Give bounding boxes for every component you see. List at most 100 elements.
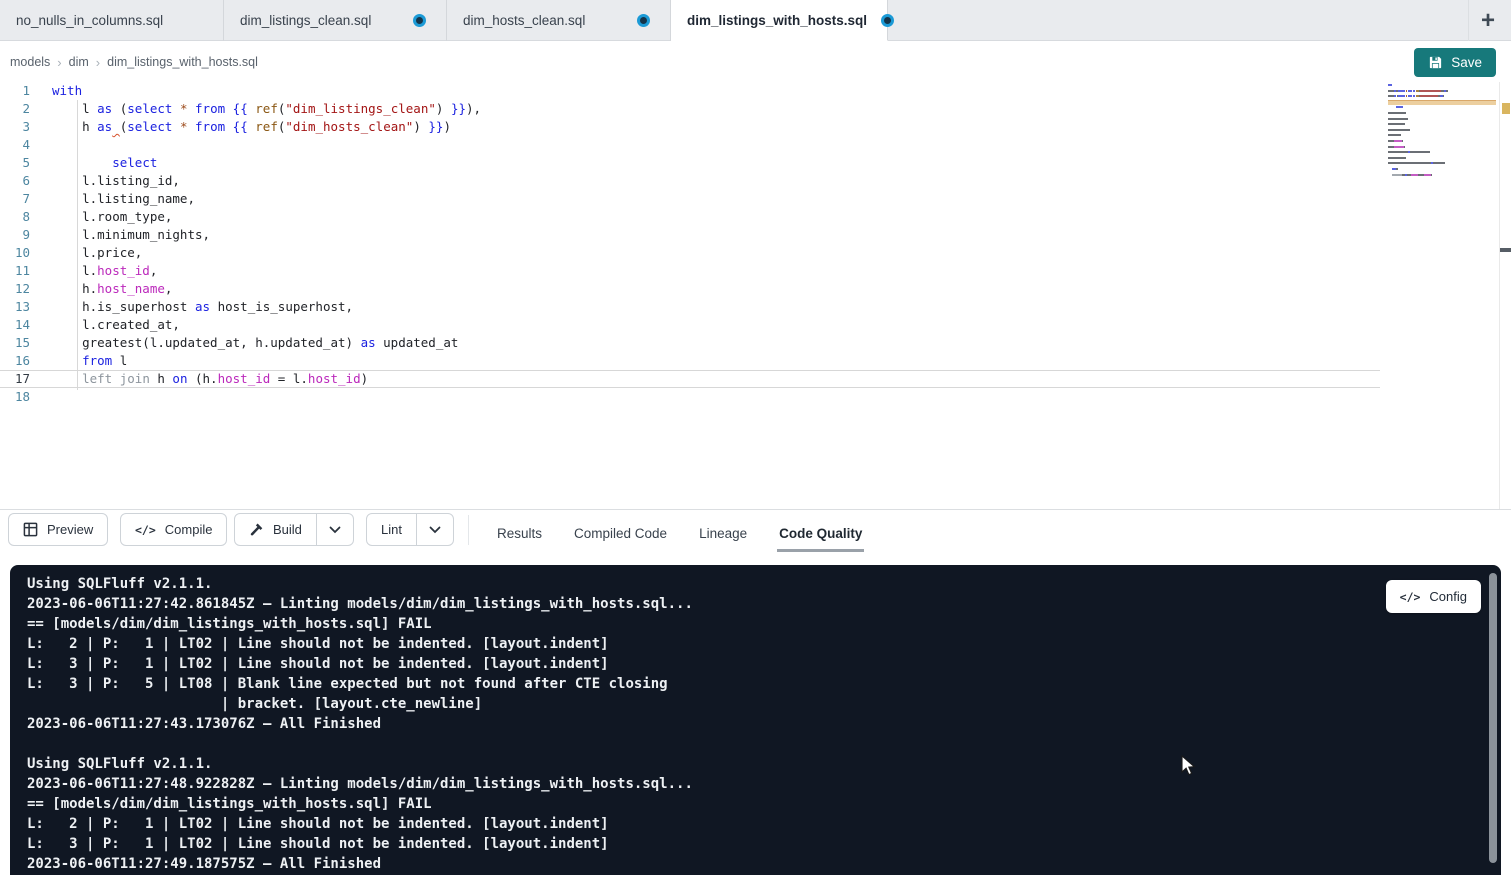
- terminal-line: [27, 734, 693, 754]
- code-line: 14 l.created_at,: [0, 316, 1380, 334]
- code-text: l.listing_name,: [52, 190, 195, 208]
- code-text: l.host_id,: [52, 262, 157, 280]
- terminal-line: == [models/dim/dim_listings_with_hosts.s…: [27, 614, 693, 634]
- code-text: from l: [52, 352, 127, 370]
- breadcrumb: models › dim › dim_listings_with_hosts.sql: [10, 55, 258, 70]
- save-button[interactable]: Save: [1414, 48, 1496, 77]
- terminal-line: L: 3 | P: 1 | LT02 | Line should not be …: [27, 834, 693, 854]
- code-line: 18: [0, 388, 1380, 406]
- result-tab-results[interactable]: Results: [497, 510, 542, 557]
- save-label: Save: [1451, 55, 1482, 70]
- code-text: h.host_name,: [52, 280, 172, 298]
- line-number: 2: [0, 100, 30, 118]
- tab-strip-divider: [1468, 0, 1469, 41]
- build-dropdown-caret[interactable]: [317, 514, 353, 545]
- lint-config-button[interactable]: </> Config: [1386, 580, 1481, 613]
- code-line: 1with: [0, 82, 1380, 100]
- terminal-line: | bracket. [layout.cte_newline]: [27, 694, 693, 714]
- line-number: 18: [0, 388, 30, 406]
- breadcrumb-chevron-icon: ›: [57, 55, 61, 70]
- unsaved-changes-dot-icon: [881, 14, 894, 27]
- terminal-scrollbar-thumb[interactable]: [1489, 573, 1497, 863]
- code-line: 11 l.host_id,: [0, 262, 1380, 280]
- code-text: left join h on (h.host_id = l.host_id): [52, 370, 368, 388]
- line-number: 3: [0, 118, 30, 136]
- tab-label: no_nulls_in_columns.sql: [16, 13, 163, 28]
- lint-split-button: Lint: [366, 513, 454, 546]
- minimap[interactable]: [1388, 84, 1464, 204]
- dbt-cloud-ide: no_nulls_in_columns.sql dim_listings_clea…: [0, 0, 1511, 875]
- line-number: 4: [0, 136, 30, 154]
- tab-label: dim_listings_with_hosts.sql: [687, 13, 867, 28]
- file-tab-dim_hosts_clean-sql[interactable]: dim_hosts_clean.sql: [447, 0, 671, 41]
- code-text: with: [52, 82, 82, 100]
- code-text: l.created_at,: [52, 316, 180, 334]
- line-number: 13: [0, 298, 30, 316]
- overview-ruler[interactable]: [1499, 82, 1511, 509]
- terminal-line: L: 2 | P: 1 | LT02 | Line should not be …: [27, 814, 693, 834]
- breadcrumb-item[interactable]: dim: [69, 55, 89, 69]
- new-tab-button[interactable]: +: [1474, 7, 1502, 35]
- lint-label: Lint: [381, 522, 402, 537]
- code-line: 7 l.listing_name,: [0, 190, 1380, 208]
- preview-button[interactable]: Preview: [8, 513, 108, 546]
- code-line: 13 h.is_superhost as host_is_superhost,: [0, 298, 1380, 316]
- code-line: 10 l.price,: [0, 244, 1380, 262]
- floppy-disk-icon: [1428, 55, 1443, 70]
- breadcrumb-item[interactable]: models: [10, 55, 50, 69]
- line-number: 9: [0, 226, 30, 244]
- terminal-line: L: 3 | P: 5 | LT08 | Blank line expected…: [27, 674, 693, 694]
- file-tab-bar: no_nulls_in_columns.sql dim_listings_clea…: [0, 0, 1511, 41]
- config-label: Config: [1429, 589, 1467, 604]
- build-hammer-icon: [249, 522, 264, 537]
- code-line: 2 l as (select * from {{ ref("dim_listin…: [0, 100, 1380, 118]
- terminal-line: 2023-06-06T11:27:42.861845Z — Linting mo…: [27, 594, 693, 614]
- result-tab-compiled-code[interactable]: Compiled Code: [574, 510, 667, 557]
- line-number: 17: [0, 370, 30, 388]
- result-tab-lineage[interactable]: Lineage: [699, 510, 747, 557]
- lint-dropdown-caret[interactable]: [417, 514, 453, 545]
- editor-toolbar: Preview </> Compile Build Lint: [0, 510, 1511, 557]
- compile-button[interactable]: </> Compile: [120, 513, 227, 546]
- terminal-line: 2023-06-06T11:27:49.187575Z — All Finish…: [27, 854, 693, 874]
- breadcrumb-item[interactable]: dim_listings_with_hosts.sql: [107, 55, 258, 69]
- file-tab-no_nulls_in_columns-sql[interactable]: no_nulls_in_columns.sql: [0, 0, 224, 41]
- result-tab-code-quality[interactable]: Code Quality: [779, 510, 862, 557]
- file-tab-dim_listings_clean-sql[interactable]: dim_listings_clean.sql: [224, 0, 447, 41]
- code-line: 9 l.minimum_nights,: [0, 226, 1380, 244]
- toolbar-tab-divider: [468, 515, 469, 545]
- terminal-line: L: 2 | P: 1 | LT02 | Line should not be …: [27, 634, 693, 654]
- terminal-line: == [models/dim/dim_listings_with_hosts.s…: [27, 794, 693, 814]
- terminal-line: 2023-06-06T11:27:43.173076Z — All Finish…: [27, 714, 693, 734]
- build-button[interactable]: Build: [235, 514, 317, 545]
- unsaved-changes-dot-icon: [637, 14, 650, 27]
- chevron-down-icon: [429, 526, 441, 534]
- lint-button[interactable]: Lint: [367, 514, 417, 545]
- code-line: 4: [0, 136, 1380, 154]
- code-line: 5 select: [0, 154, 1380, 172]
- file-tab-dim_listings_with_hosts-sql[interactable]: dim_listings_with_hosts.sql: [671, 0, 888, 41]
- line-number: 15: [0, 334, 30, 352]
- terminal-line: 2023-06-06T11:27:48.922828Z — Linting mo…: [27, 774, 693, 794]
- breadcrumb-bar: models › dim › dim_listings_with_hosts.sql S…: [0, 42, 1511, 82]
- code-text: h as (select * from {{ ref("dim_hosts_cl…: [52, 118, 451, 136]
- terminal-line: Using SQLFluff v2.1.1.: [27, 754, 693, 774]
- ruler-warning-marker: [1502, 103, 1510, 114]
- code-text: greatest(l.updated_at, h.updated_at) as …: [52, 334, 458, 352]
- line-number: 11: [0, 262, 30, 280]
- code-text: l as (select * from {{ ref("dim_listings…: [52, 100, 481, 118]
- breadcrumb-chevron-icon: ›: [96, 55, 100, 70]
- unsaved-changes-dot-icon: [413, 14, 426, 27]
- code-text: select: [52, 154, 157, 172]
- terminal-scrollbar: [1489, 573, 1497, 869]
- code-editor[interactable]: 1with2 l as (select * from {{ ref("dim_l…: [0, 82, 1511, 509]
- terminal-panel: Using SQLFluff v2.1.1.2023-06-06T11:27:4…: [10, 565, 1501, 875]
- tab-label: dim_hosts_clean.sql: [463, 13, 585, 28]
- code-line: 12 h.host_name,: [0, 280, 1380, 298]
- terminal-output[interactable]: Using SQLFluff v2.1.1.2023-06-06T11:27:4…: [27, 574, 693, 874]
- code-text: l.room_type,: [52, 208, 172, 226]
- code-line: 8 l.room_type,: [0, 208, 1380, 226]
- line-number: 8: [0, 208, 30, 226]
- code-text: l.minimum_nights,: [52, 226, 210, 244]
- line-number: 7: [0, 190, 30, 208]
